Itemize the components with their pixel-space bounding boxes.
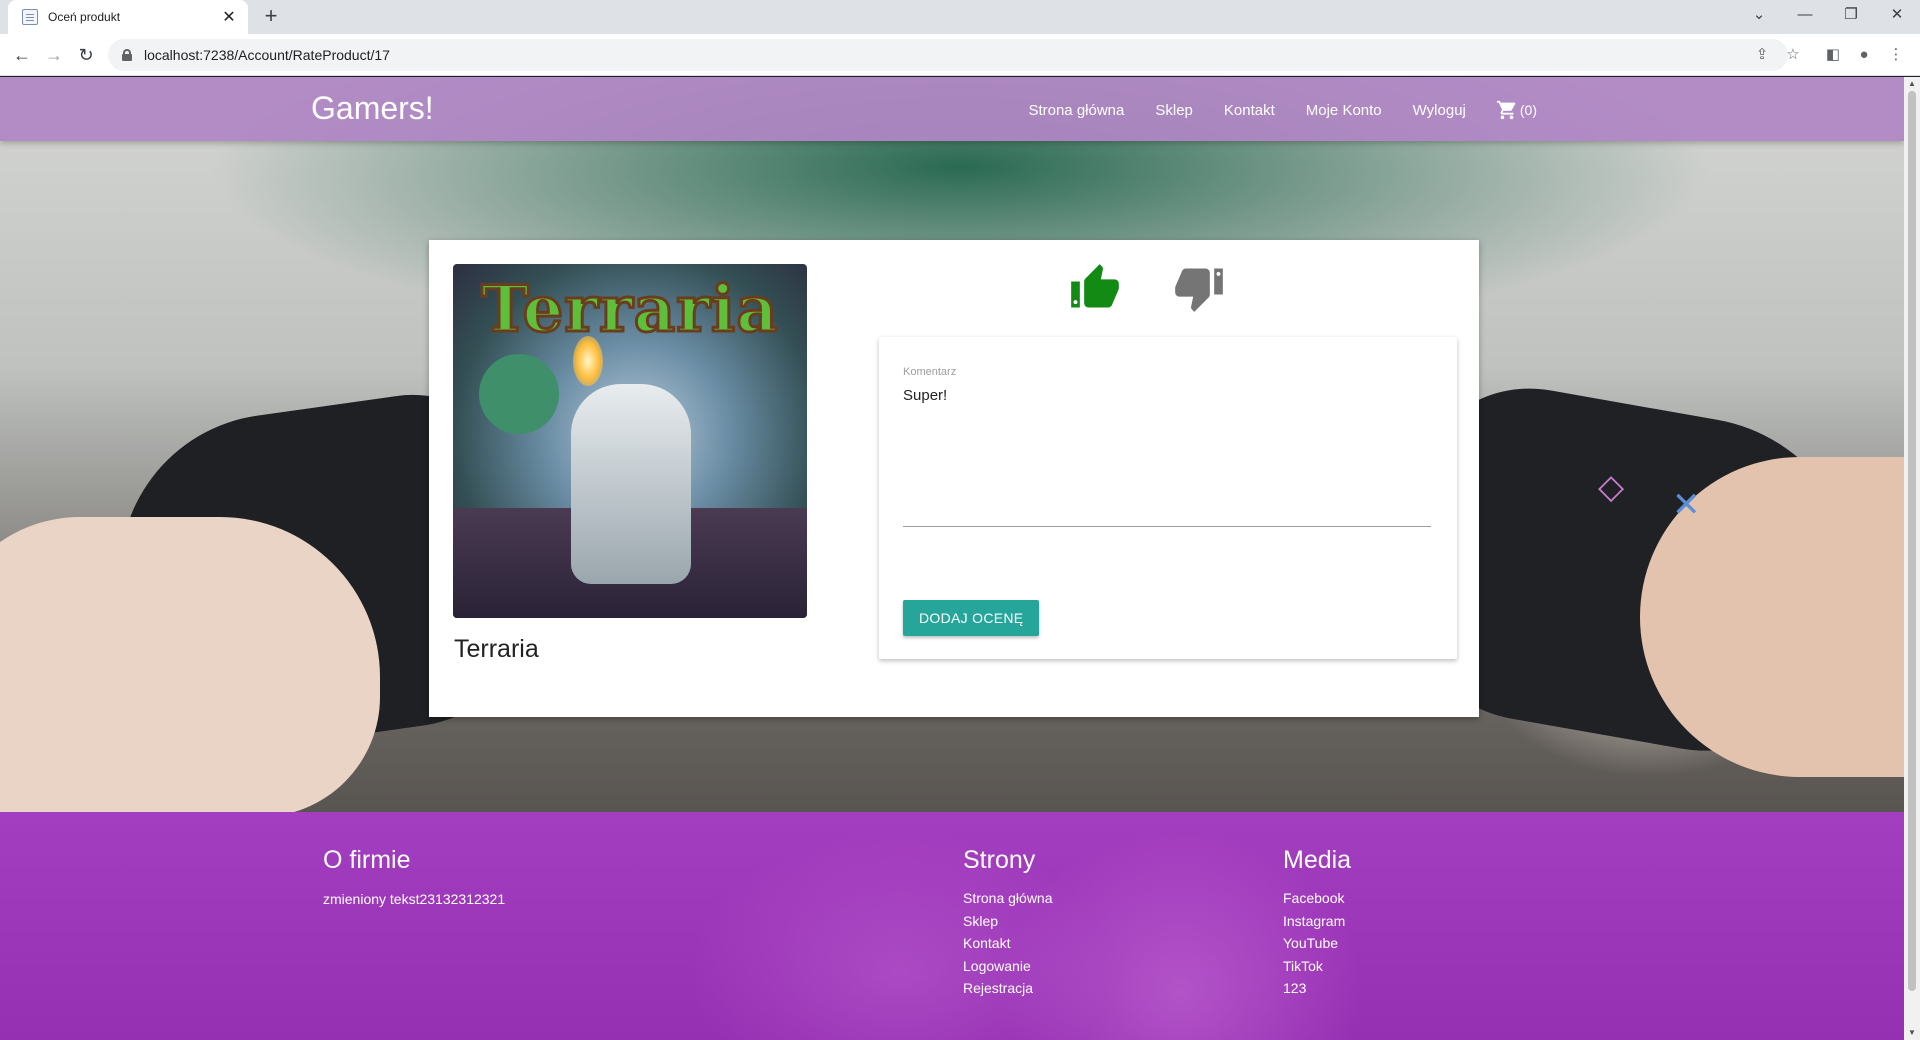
thumbs-up-icon[interactable]	[1069, 262, 1121, 314]
tab-title: Oceń produkt	[48, 10, 121, 24]
list-item: Facebook	[1283, 887, 1351, 910]
list-item: Logowanie	[963, 955, 1053, 978]
reload-button[interactable]: ↻	[72, 41, 100, 69]
vote-group	[1069, 262, 1225, 314]
art-tree	[479, 354, 559, 434]
shopping-cart-icon	[1496, 100, 1516, 120]
cart-count: (0)	[1519, 102, 1537, 118]
footer-pages-heading: Strony	[963, 846, 1036, 874]
product-image: Terraria	[453, 264, 807, 618]
background-square-button-icon: ◇	[1598, 468, 1625, 506]
list-item: YouTube	[1283, 932, 1351, 955]
footer-link-home[interactable]: Strona główna	[963, 890, 1053, 906]
list-item: Rejestracja	[963, 977, 1053, 1000]
list-item: TikTok	[1283, 955, 1351, 978]
footer-pages-list: Strona główna Sklep Kontakt Logowanie Re…	[963, 887, 1053, 1000]
comment-label: Komentarz	[903, 366, 957, 378]
footer-about-text: zmieniony tekst23132312321	[323, 891, 506, 907]
product-image-logo: Terraria	[480, 271, 779, 349]
new-tab-button[interactable]: +	[258, 4, 284, 30]
back-button[interactable]: ←	[8, 41, 36, 69]
rate-product-card: Terraria Terraria Komentarz Super! DODAJ…	[429, 240, 1479, 717]
list-item: 123	[1283, 977, 1351, 1000]
scroll-down-icon[interactable]: ▼	[1904, 1026, 1920, 1040]
side-panel-icon[interactable]: ◧	[1821, 43, 1845, 67]
restore-button[interactable]: ❐	[1828, 0, 1874, 30]
list-item: Kontakt	[963, 932, 1053, 955]
add-rating-button[interactable]: DODAJ OCENĘ	[903, 600, 1040, 636]
background-cross-button-icon: ✕	[1672, 486, 1701, 524]
share-icon[interactable]: ⇪	[1750, 43, 1774, 67]
footer-media-column: Media Facebook Instagram YouTube TikTok …	[1283, 812, 1351, 1000]
address-bar[interactable]: localhost:7238/Account/RateProduct/17	[108, 39, 1788, 71]
thumbs-down-icon[interactable]	[1173, 262, 1225, 314]
browser-tabstrip: Oceń produkt ✕ + ⌄ — ❐ ✕	[0, 0, 1920, 34]
page-viewport: ◇ ✕ Gamers! Strona główna Sklep Kontakt …	[0, 77, 1904, 1040]
bookmark-star-icon[interactable]: ☆	[1781, 43, 1805, 67]
comment-panel: Komentarz Super! DODAJ OCENĘ	[879, 337, 1457, 659]
footer-link-register[interactable]: Rejestracja	[963, 980, 1033, 996]
url-text[interactable]: localhost:7238/Account/RateProduct/17	[144, 47, 390, 63]
list-item: Instagram	[1283, 910, 1351, 933]
list-item: Sklep	[963, 910, 1053, 933]
nav-link-my-account[interactable]: Moje Konto	[1306, 102, 1382, 119]
minimize-button[interactable]: —	[1782, 0, 1828, 30]
close-window-button[interactable]: ✕	[1874, 0, 1920, 30]
footer-media-list: Facebook Instagram YouTube TikTok 123	[1283, 887, 1351, 1000]
footer-pages-column: Strony Strona główna Sklep Kontakt Logow…	[963, 812, 1053, 1000]
site-header: Gamers! Strona główna Sklep Kontakt Moje…	[0, 77, 1904, 141]
menu-kebab-icon[interactable]: ⋮	[1884, 43, 1908, 67]
page-favicon-icon	[22, 9, 38, 25]
art-knight	[571, 384, 691, 584]
footer-link-youtube[interactable]: YouTube	[1283, 935, 1338, 951]
background-hand-left	[0, 517, 380, 817]
tab-search-icon[interactable]: ⌄	[1736, 0, 1782, 30]
footer-link-facebook[interactable]: Facebook	[1283, 890, 1344, 906]
page-scrollbar[interactable]: ▲ ▼	[1904, 77, 1920, 1040]
lock-icon[interactable]	[122, 49, 132, 61]
footer-about-heading: O firmie	[323, 846, 411, 874]
brand-logo[interactable]: Gamers!	[311, 90, 434, 127]
footer-about-column: O firmie zmieniony tekst23132312321	[323, 812, 505, 907]
footer-link-contact[interactable]: Kontakt	[963, 935, 1010, 951]
nav-link-home[interactable]: Strona główna	[1028, 102, 1124, 119]
site-footer: O firmie zmieniony tekst23132312321 Stro…	[0, 812, 1904, 1040]
product-name: Terraria	[454, 635, 539, 663]
nav-link-shop[interactable]: Sklep	[1155, 102, 1193, 119]
cart-link[interactable]: (0)	[1496, 99, 1537, 121]
footer-link-tiktok[interactable]: TikTok	[1283, 958, 1323, 974]
footer-link-123[interactable]: 123	[1283, 980, 1306, 996]
nav-link-logout[interactable]: Wyloguj	[1413, 102, 1466, 119]
tab-close-icon[interactable]: ✕	[220, 7, 238, 27]
footer-link-shop[interactable]: Sklep	[963, 913, 998, 929]
main-nav: Strona główna Sklep Kontakt Moje Konto W…	[997, 99, 1537, 121]
footer-media-heading: Media	[1283, 846, 1352, 874]
footer-link-login[interactable]: Logowanie	[963, 958, 1031, 974]
scroll-up-icon[interactable]: ▲	[1904, 77, 1920, 91]
scroll-thumb[interactable]	[1908, 91, 1916, 991]
comment-textarea[interactable]: Super!	[903, 387, 1431, 527]
footer-link-instagram[interactable]: Instagram	[1283, 913, 1345, 929]
list-item: Strona główna	[963, 887, 1053, 910]
forward-button[interactable]: →	[40, 41, 68, 69]
profile-avatar-icon[interactable]: ●	[1852, 43, 1876, 67]
nav-link-contact[interactable]: Kontakt	[1224, 102, 1275, 119]
browser-toolbar: ← → ↻ localhost:7238/Account/RateProduct…	[0, 34, 1920, 76]
browser-tab[interactable]: Oceń produkt ✕	[8, 0, 248, 34]
